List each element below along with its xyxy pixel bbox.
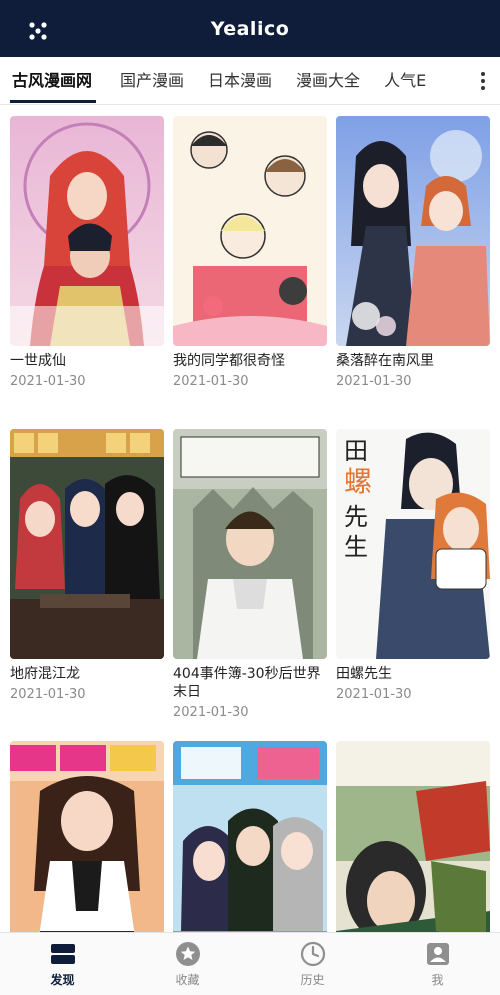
nav-label: 发现 — [50, 972, 75, 987]
comic-title: 桑落醉在南风里 — [336, 353, 434, 369]
app-title: Yealico — [210, 17, 290, 40]
comic-cover[interactable] — [173, 741, 327, 932]
comic-title: 404事件簿-30秒后世界末日 — [173, 666, 321, 700]
comic-card[interactable] — [336, 741, 490, 932]
comic-card[interactable]: 地府混江龙 2021-01-30 — [10, 429, 164, 702]
bottom-navigation: 发现 收藏 历史 我 — [0, 932, 500, 995]
tab-renqi[interactable]: 人气E — [372, 57, 438, 104]
clock-icon — [300, 941, 326, 967]
nav-label: 历史 — [300, 972, 325, 987]
tab-daquan[interactable]: 漫画大全 — [284, 57, 372, 104]
comic-grid: 一世成仙 2021-01-30 我的同学都很奇怪 2021-01-30 桑落醉在… — [0, 106, 500, 932]
comic-cover[interactable] — [173, 429, 327, 659]
nav-label: 收藏 — [175, 972, 200, 987]
nav-label: 我 — [431, 972, 444, 987]
comic-date: 2021-01-30 — [10, 687, 86, 702]
comic-card[interactable] — [10, 741, 164, 932]
comic-card[interactable] — [173, 741, 327, 932]
nav-profile[interactable]: 我 — [375, 933, 500, 995]
profile-icon — [425, 941, 451, 967]
comic-card[interactable]: 我的同学都很奇怪 2021-01-30 — [173, 116, 327, 389]
comic-date: 2021-01-30 — [173, 374, 249, 389]
category-tabs: 古风漫画网 国产漫画 日本漫画 漫画大全 人气E — [0, 57, 500, 105]
comic-cover[interactable] — [336, 116, 490, 346]
tab-gufeng[interactable]: 古风漫画网 — [0, 57, 104, 104]
comic-date: 2021-01-30 — [336, 374, 412, 389]
comic-title: 我的同学都很奇怪 — [173, 353, 285, 369]
grid-dots-icon[interactable] — [26, 19, 50, 43]
comic-title: 一世成仙 — [10, 353, 66, 369]
comic-title: 田螺先生 — [336, 666, 392, 682]
top-bar: Yealico — [0, 0, 500, 57]
comic-cover[interactable] — [10, 741, 164, 932]
comic-title: 地府混江龙 — [10, 666, 80, 682]
nav-favorites[interactable]: 收藏 — [125, 933, 250, 995]
tab-guochan[interactable]: 国产漫画 — [108, 57, 196, 104]
svg-text:螺: 螺 — [344, 465, 372, 498]
comic-cover[interactable] — [10, 116, 164, 346]
nav-history[interactable]: 历史 — [250, 933, 375, 995]
svg-text:先: 先 — [344, 503, 368, 531]
comic-card[interactable]: 田 螺 先 生 田螺先生 2021-01-30 — [336, 429, 490, 702]
star-icon — [175, 941, 201, 967]
comic-card[interactable]: 一世成仙 2021-01-30 — [10, 116, 164, 389]
svg-text:田: 田 — [344, 437, 368, 465]
comic-card[interactable]: 404事件簿-30秒后世界末日 2021-01-30 — [173, 429, 327, 720]
comic-date: 2021-01-30 — [10, 374, 86, 389]
comic-cover[interactable] — [10, 429, 164, 659]
discover-icon — [50, 941, 76, 967]
comic-date: 2021-01-30 — [336, 687, 412, 702]
comic-card[interactable]: 桑落醉在南风里 2021-01-30 — [336, 116, 490, 389]
more-vertical-icon[interactable] — [466, 57, 500, 104]
comic-cover[interactable]: 田 螺 先 生 — [336, 429, 490, 659]
svg-text:生: 生 — [344, 533, 368, 561]
tab-riben[interactable]: 日本漫画 — [196, 57, 284, 104]
app-root: Yealico 古风漫画网 国产漫画 日本漫画 漫画大全 人气E 一世成仙 20… — [0, 0, 500, 995]
comic-cover[interactable] — [173, 116, 327, 346]
comic-cover[interactable] — [336, 741, 490, 932]
comic-date: 2021-01-30 — [173, 705, 249, 720]
nav-discover[interactable]: 发现 — [0, 933, 125, 995]
